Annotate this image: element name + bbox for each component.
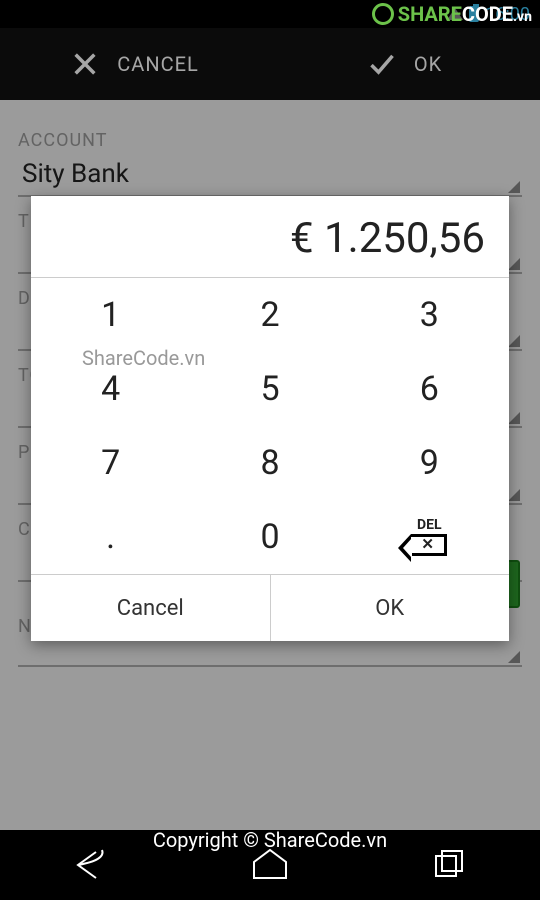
key-5[interactable]: 5 (190, 352, 349, 426)
dialog-actions: Cancel OK (31, 574, 509, 641)
key-3[interactable]: 3 (350, 278, 509, 352)
key-6[interactable]: 6 (350, 352, 509, 426)
key-7[interactable]: 7 (31, 426, 190, 500)
key-dot[interactable]: . (31, 500, 190, 574)
key-9[interactable]: 9 (350, 426, 509, 500)
key-0[interactable]: 0 (190, 500, 349, 574)
del-label: DEL (417, 518, 442, 532)
dialog-ok-button[interactable]: OK (271, 575, 510, 641)
key-2[interactable]: 2 (190, 278, 349, 352)
amount-display: € 1.250,56 (31, 196, 509, 278)
backspace-icon: ✕ (411, 534, 447, 556)
home-icon[interactable] (248, 848, 292, 882)
recents-icon[interactable] (428, 848, 472, 882)
keypad: 1 2 3 4 5 6 7 8 9 . 0 DEL ✕ (31, 278, 509, 574)
key-delete[interactable]: DEL ✕ (350, 500, 509, 574)
key-4[interactable]: 4 (31, 352, 190, 426)
key-1[interactable]: 1 (31, 278, 190, 352)
number-pad-dialog: € 1.250,56 1 2 3 4 5 6 7 8 9 . 0 DEL ✕ C… (31, 196, 509, 641)
nav-bar (0, 830, 540, 900)
modal-overlay: € 1.250,56 1 2 3 4 5 6 7 8 9 . 0 DEL ✕ C… (0, 0, 540, 900)
dialog-cancel-button[interactable]: Cancel (31, 575, 271, 641)
key-8[interactable]: 8 (190, 426, 349, 500)
back-icon[interactable] (68, 848, 112, 882)
